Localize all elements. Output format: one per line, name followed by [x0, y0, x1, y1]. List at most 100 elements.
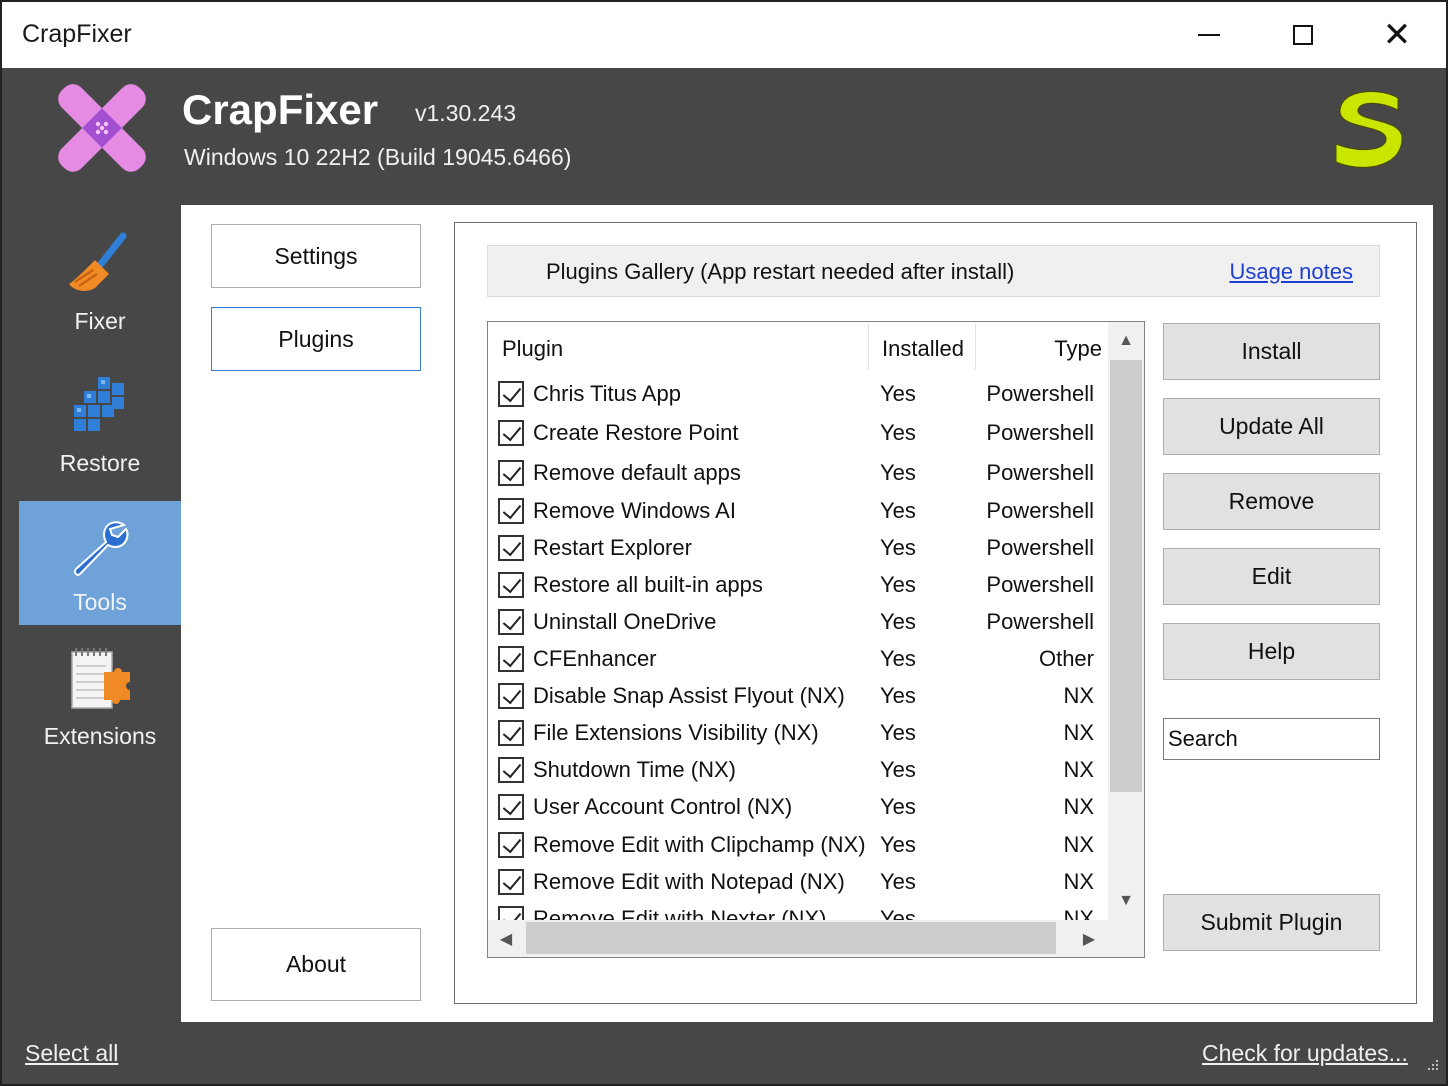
plugin-checkbox[interactable] [498, 535, 524, 561]
maximize-icon [1293, 25, 1313, 45]
minimize-icon [1198, 34, 1220, 36]
plugin-checkbox[interactable] [498, 720, 524, 746]
table-row[interactable]: Remove Edit with Notepad (NX) Yes NX [488, 865, 1108, 902]
settings-button[interactable]: Settings [211, 224, 421, 288]
plugin-name: Create Restore Point [533, 420, 739, 445]
column-header-plugin[interactable]: Plugin [502, 336, 563, 362]
plugin-type: NX [1063, 757, 1094, 782]
plugin-checkbox[interactable] [498, 832, 524, 858]
plugin-name: Shutdown Time (NX) [533, 757, 736, 782]
table-row[interactable]: Remove Edit with Clipchamp (NX) Yes NX [488, 828, 1108, 865]
select-all-link[interactable]: Select all [25, 1040, 118, 1067]
edit-button[interactable]: Edit [1163, 548, 1380, 605]
plugin-checkbox[interactable] [498, 498, 524, 524]
check-updates-link[interactable]: Check for updates... [1202, 1040, 1408, 1067]
plugin-installed: Yes [880, 757, 916, 782]
column-separator [868, 324, 869, 370]
remove-button[interactable]: Remove [1163, 473, 1380, 530]
table-row[interactable]: Create Restore Point Yes Powershell [488, 416, 1108, 453]
plugin-checkbox[interactable] [498, 572, 524, 598]
plugin-name: Disable Snap Assist Flyout (NX) [533, 683, 845, 708]
nav-item-extensions[interactable]: Extensions [19, 638, 181, 762]
search-input[interactable] [1163, 718, 1380, 760]
version-label: v1.30.243 [415, 100, 517, 126]
plugin-installed: Yes [880, 609, 916, 634]
resize-grip-icon[interactable] [1424, 1056, 1440, 1072]
plugin-type: NX [1063, 832, 1094, 857]
plugin-checkbox[interactable] [498, 460, 524, 486]
chevron-down-icon: ▼ [1118, 892, 1134, 909]
about-button[interactable]: About [211, 928, 421, 1001]
usage-notes-link[interactable]: Usage notes [1229, 259, 1353, 285]
plugin-checkbox[interactable] [498, 420, 524, 446]
help-button[interactable]: Help [1163, 623, 1380, 680]
close-icon: ✕ [1382, 15, 1412, 55]
minimize-button[interactable] [1162, 2, 1256, 68]
window-title: CrapFixer [22, 20, 132, 48]
plugins-button[interactable]: Plugins [211, 307, 421, 371]
plugin-type: Powershell [986, 498, 1094, 523]
table-row[interactable]: Disable Snap Assist Flyout (NX) Yes NX [488, 679, 1108, 716]
plugin-type: Powershell [986, 535, 1094, 560]
table-row[interactable]: Shutdown Time (NX) Yes NX [488, 753, 1108, 790]
vertical-scroll-thumb[interactable] [1110, 360, 1142, 792]
list-header: Plugin Installed Type [488, 322, 1108, 372]
table-row[interactable]: CFEnhancer Yes Other [488, 642, 1108, 679]
plugin-installed: Yes [880, 869, 916, 894]
plugin-installed: Yes [880, 381, 916, 406]
plugin-installed: Yes [880, 646, 916, 671]
plugin-type: NX [1063, 869, 1094, 894]
plugin-checkbox[interactable] [498, 646, 524, 672]
header-app-name: CrapFixer [182, 86, 379, 133]
horizontal-scroll-thumb[interactable] [526, 922, 1056, 954]
update-all-button[interactable]: Update All [1163, 398, 1380, 455]
chevron-right-icon: ▶ [1082, 930, 1096, 948]
plugin-list[interactable]: Plugin Installed Type Chris Titus App Yes… [487, 321, 1145, 958]
plugin-name: Remove Edit with Clipchamp (NX) [533, 832, 866, 857]
plugin-installed: Yes [880, 572, 916, 597]
chevron-left-icon: ◀ [499, 930, 513, 948]
table-row[interactable]: Restore all built-in apps Yes Powershell [488, 568, 1108, 605]
table-row[interactable]: Remove default apps Yes Powershell [488, 456, 1108, 493]
plugin-checkbox[interactable] [498, 609, 524, 635]
column-header-installed[interactable]: Installed [882, 336, 964, 362]
column-header-type[interactable]: Type [1054, 336, 1102, 362]
nav-item-tools[interactable]: Tools [19, 501, 181, 625]
tools-content-panel: Settings Plugins About Plugins Gallery (… [181, 205, 1433, 1022]
wrench-icon [73, 521, 129, 576]
broom-icon [69, 232, 127, 291]
table-row[interactable]: File Extensions Visibility (NX) Yes NX [488, 716, 1108, 753]
plugin-checkbox[interactable] [498, 757, 524, 783]
plugin-type: Powershell [986, 572, 1094, 597]
table-row[interactable]: User Account Control (NX) Yes NX [488, 790, 1108, 827]
plugin-name: CFEnhancer [533, 646, 657, 671]
plugin-installed: Yes [880, 720, 916, 745]
plugin-checkbox[interactable] [498, 869, 524, 895]
table-row[interactable]: Chris Titus App Yes Powershell [488, 377, 1108, 414]
plugin-type: NX [1063, 720, 1094, 745]
scroll-up-button[interactable]: ▲ [1108, 322, 1144, 360]
plugin-checkbox[interactable] [498, 794, 524, 820]
nav-item-restore[interactable]: Restore [19, 363, 181, 487]
scroll-right-button[interactable]: ▶ [1071, 920, 1107, 957]
column-separator [975, 324, 976, 370]
scroll-down-button[interactable]: ▼ [1108, 882, 1144, 920]
plugin-name: Restart Explorer [533, 535, 692, 560]
table-row[interactable]: Remove Windows AI Yes Powershell [488, 494, 1108, 531]
plugin-type: Other [1038, 646, 1094, 671]
maximize-button[interactable] [1256, 2, 1350, 68]
gallery-bar: Plugins Gallery (App restart needed afte… [487, 245, 1380, 297]
plugin-checkbox[interactable] [498, 683, 524, 709]
close-button[interactable]: ✕ [1350, 2, 1444, 68]
horizontal-scrollbar[interactable]: ◀ ▶ [488, 920, 1144, 957]
plugin-name: Remove default apps [533, 460, 741, 485]
plugin-checkbox[interactable] [498, 381, 524, 407]
vertical-scrollbar[interactable]: ▲ ▼ [1108, 322, 1144, 920]
nav-item-fixer[interactable]: Fixer [19, 218, 181, 342]
plugin-installed: Yes [880, 832, 916, 857]
table-row[interactable]: Restart Explorer Yes Powershell [488, 531, 1108, 568]
table-row[interactable]: Uninstall OneDrive Yes Powershell [488, 605, 1108, 642]
install-button[interactable]: Install [1163, 323, 1380, 380]
scroll-left-button[interactable]: ◀ [488, 920, 524, 957]
submit-plugin-button[interactable]: Submit Plugin [1163, 894, 1380, 951]
